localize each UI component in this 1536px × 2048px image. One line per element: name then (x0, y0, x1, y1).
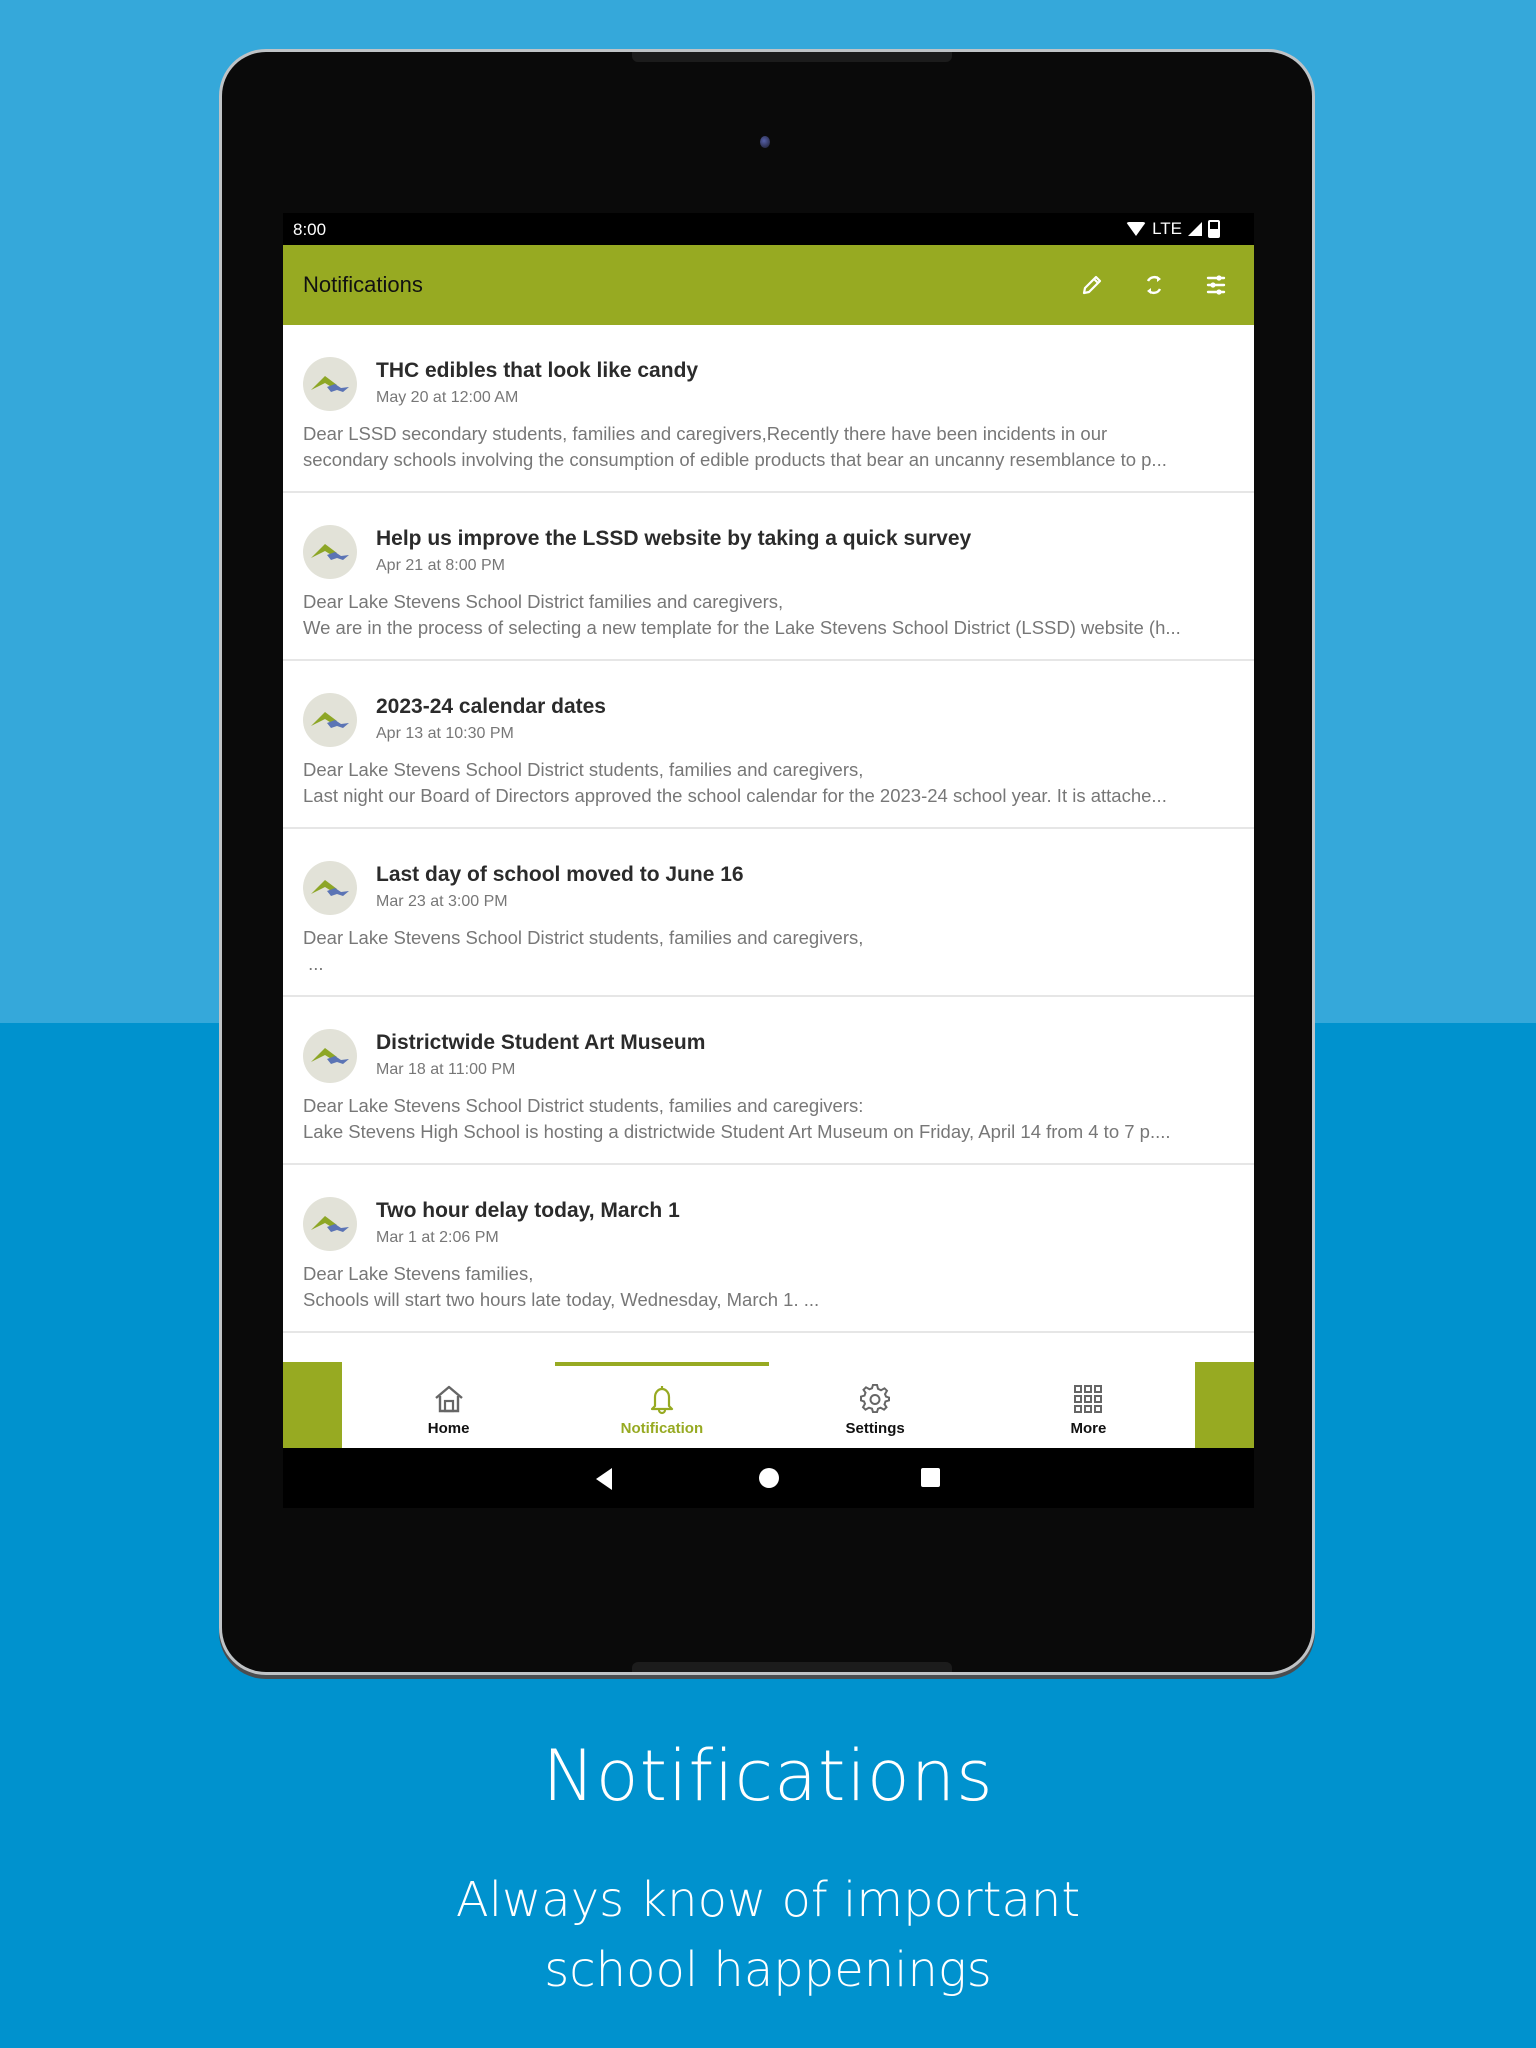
android-navigation-bar (283, 1448, 1254, 1508)
notification-date: Mar 1 at 2:06 PM (376, 1229, 499, 1246)
preview-line: Last night our Board of Directors approv… (303, 785, 1167, 806)
notification-title: Districtwide Student Art Museum (376, 1031, 706, 1054)
grid-icon (1074, 1385, 1103, 1413)
app-bar-actions (1074, 267, 1234, 303)
bottom-navigation: Home Notification Settings More (283, 1362, 1254, 1448)
preview-line: We are in the process of selecting a new… (303, 617, 1181, 638)
district-logo-avatar (303, 1197, 357, 1251)
camera-icon (760, 136, 770, 148)
tab-home[interactable]: Home (342, 1362, 555, 1448)
preview-line: Schools will start two hours late today,… (303, 1289, 820, 1310)
tab-indicator-active (555, 1362, 769, 1366)
tab-label: Settings (845, 1420, 905, 1437)
notification-title: Help us improve the LSSD website by taki… (376, 527, 972, 550)
app-bar: Notifications (283, 245, 1254, 325)
edit-button[interactable] (1074, 267, 1110, 303)
preview-line: secondary schools involving the consumpt… (303, 449, 1167, 470)
status-icons: LTE (1126, 219, 1220, 239)
notification-item-partial[interactable] (283, 1333, 1254, 1362)
district-logo-avatar (303, 693, 357, 747)
network-type: LTE (1152, 219, 1182, 238)
notification-date: Apr 21 at 8:00 PM (376, 557, 505, 574)
notification-date: Mar 23 at 3:00 PM (376, 893, 508, 910)
recent-apps-button-icon[interactable] (921, 1468, 940, 1487)
district-logo-icon (311, 376, 349, 392)
notification-item[interactable]: 2023-24 calendar dates Apr 13 at 10:30 P… (283, 661, 1254, 829)
tab-label: Home (427, 1420, 470, 1437)
district-logo-avatar (303, 1029, 357, 1083)
notification-preview: Dear Lake Stevens School District famili… (303, 589, 1233, 641)
notification-date: Apr 13 at 10:30 PM (376, 725, 514, 742)
tab-settings[interactable]: Settings (769, 1362, 982, 1448)
tab-notification[interactable]: Notification (555, 1362, 769, 1448)
tab-indicator (342, 1362, 555, 1366)
district-logo-avatar (303, 861, 357, 915)
notification-date: Mar 18 at 11:00 PM (376, 1061, 516, 1078)
notification-title: Two hour delay today, March 1 (376, 1199, 680, 1222)
notification-item[interactable]: Help us improve the LSSD website by taki… (283, 493, 1254, 661)
notification-title: 2023-24 calendar dates (376, 695, 606, 718)
notification-item[interactable]: Two hour delay today, March 1 Mar 1 at 2… (283, 1165, 1254, 1333)
notification-date: May 20 at 12:00 AM (376, 389, 519, 406)
district-logo-icon (311, 1048, 349, 1064)
promo-subtitle-line: school happenings (544, 1942, 992, 1998)
district-logo-icon (311, 544, 349, 560)
promo-subtitle: Always know of important school happenin… (0, 1865, 1536, 2005)
pencil-icon (1082, 275, 1102, 295)
home-button-icon[interactable] (759, 1468, 779, 1488)
refresh-button[interactable] (1136, 267, 1172, 303)
cell-signal-icon (1188, 222, 1202, 236)
promo-subtitle-line: Always know of important (455, 1872, 1081, 1928)
preview-line: Dear Lake Stevens School District famili… (303, 591, 784, 612)
notification-preview: Dear Lake Stevens families, Schools will… (303, 1261, 1233, 1313)
notification-preview: Dear Lake Stevens School District studen… (303, 925, 1233, 977)
notification-preview: Dear LSSD secondary students, families a… (303, 421, 1233, 473)
bell-icon (650, 1386, 673, 1415)
district-logo-icon (311, 712, 349, 728)
bottom-nav-tabs: Home Notification Settings More (342, 1362, 1195, 1448)
filter-sliders-icon (1206, 275, 1226, 295)
tablet-top-bezel-notch (632, 52, 952, 62)
refresh-icon (1146, 276, 1162, 294)
tab-indicator (769, 1362, 982, 1366)
bottom-nav-edge-left (283, 1362, 342, 1448)
notification-item[interactable]: THC edibles that look like candy May 20 … (283, 325, 1254, 493)
preview-line: Dear Lake Stevens School District studen… (303, 759, 864, 780)
preview-line: ... (303, 953, 324, 974)
notification-preview: Dear Lake Stevens School District studen… (303, 1093, 1233, 1145)
notification-title: Last day of school moved to June 16 (376, 863, 744, 886)
battery-icon (1208, 220, 1220, 238)
notification-item[interactable]: Last day of school moved to June 16 Mar … (283, 829, 1254, 997)
district-logo-icon (311, 880, 349, 896)
tab-more[interactable]: More (982, 1362, 1195, 1448)
tablet-bottom-bezel-notch (632, 1662, 952, 1672)
district-logo-avatar (303, 357, 357, 411)
district-logo-icon (311, 1216, 349, 1232)
device-screen: 8:00 LTE Notifications THC edibles that … (283, 213, 1254, 1508)
preview-line: Dear LSSD secondary students, families a… (303, 423, 1108, 444)
home-icon (434, 1385, 463, 1413)
back-button-icon[interactable] (596, 1468, 612, 1490)
preview-line: Dear Lake Stevens families, (303, 1263, 534, 1284)
promo-title: Notifications (542, 1735, 994, 1817)
tab-indicator (982, 1362, 1195, 1366)
notification-list[interactable]: THC edibles that look like candy May 20 … (283, 325, 1254, 1362)
tab-label: More (1070, 1420, 1107, 1437)
gear-icon (860, 1383, 891, 1414)
notification-preview: Dear Lake Stevens School District studen… (303, 757, 1233, 809)
filter-button[interactable] (1198, 267, 1234, 303)
status-bar: 8:00 LTE (283, 213, 1254, 245)
wifi-icon (1126, 222, 1147, 236)
status-time: 8:00 (293, 220, 327, 239)
district-logo-avatar (303, 525, 357, 579)
notification-title: THC edibles that look like candy (376, 359, 699, 382)
preview-line: Dear Lake Stevens School District studen… (303, 927, 864, 948)
page-title: Notifications (303, 272, 423, 297)
notification-item[interactable]: Districtwide Student Art Museum Mar 18 a… (283, 997, 1254, 1165)
bottom-nav-edge-right (1195, 1362, 1254, 1448)
preview-line: Dear Lake Stevens School District studen… (303, 1095, 864, 1116)
tab-label: Notification (620, 1420, 704, 1437)
preview-line: Lake Stevens High School is hosting a di… (303, 1121, 1171, 1142)
